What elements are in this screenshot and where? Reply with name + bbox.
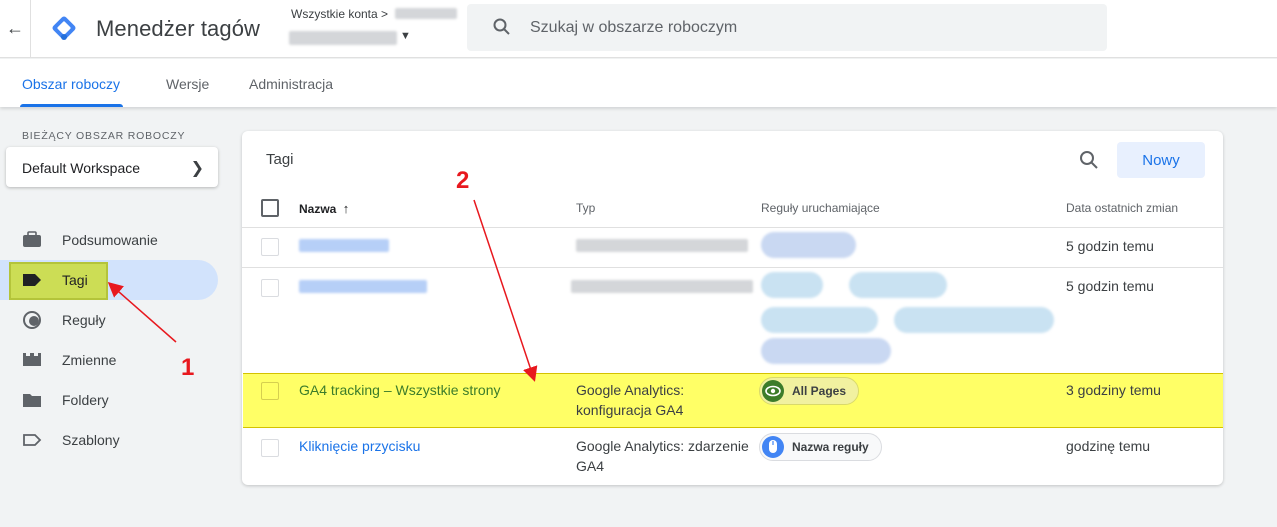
workspace-section-label: BIEŻĄCY OBSZAR ROBOCZY: [22, 130, 186, 142]
tag-icon: [23, 274, 41, 286]
tag-manager-logo-icon: [52, 16, 76, 40]
workspace-name: Default Workspace: [22, 160, 141, 176]
divider: [242, 267, 1223, 268]
sidebar-item-overview[interactable]: Podsumowanie: [0, 220, 218, 260]
dropdown-caret-icon[interactable]: ▼: [400, 30, 411, 42]
trigger-chip[interactable]: Nazwa reguły: [759, 433, 882, 461]
trigger-chip[interactable]: All Pages: [759, 377, 860, 405]
tabs-bar: Obszar roboczy Wersje Administracja: [0, 59, 1277, 107]
column-header-label: Nazwa: [299, 202, 337, 216]
account-name-redacted: [395, 8, 457, 19]
panel-title: Tagi: [266, 151, 294, 168]
sidebar-item-tags-content[interactable]: Tagi: [0, 260, 218, 300]
sidebar-item-label: Reguły: [62, 312, 106, 328]
annotation-number-1: 1: [181, 354, 195, 381]
active-tab-indicator: [20, 104, 123, 107]
tag-type-redacted: [576, 239, 748, 252]
sidebar-item-label: Szablony: [62, 432, 120, 448]
search-icon[interactable]: [1078, 149, 1100, 171]
trigger-chip-label: All Pages: [792, 384, 847, 398]
chevron-right-icon: ❯: [190, 160, 204, 177]
trigger-chip-redacted[interactable]: [894, 307, 1054, 333]
app-title: Menedżer tagów: [96, 16, 261, 41]
trigger-chip-label: Nazwa reguły: [792, 440, 869, 454]
tags-panel: Tagi Nowy Nazwa ↑ Typ Reguły uruchamiają…: [242, 131, 1223, 485]
trigger-chip-redacted[interactable]: [761, 307, 878, 333]
tag-type-line1: Google Analytics:: [576, 382, 685, 398]
top-bar: ← Menedżer tagów Wszystkie konta > ▼: [0, 0, 1277, 58]
row-checkbox[interactable]: [261, 238, 279, 256]
row-checkbox[interactable]: [261, 439, 279, 457]
row-modified: godzinę temu: [1066, 438, 1151, 454]
sort-arrow-up-icon: ↑: [342, 201, 350, 216]
sidebar-item-label: Foldery: [62, 392, 109, 408]
tag-type-line1: Google Analytics: zdarzenie: [576, 438, 749, 454]
row-modified: 5 godzin temu: [1066, 238, 1154, 254]
sidebar-item-templates[interactable]: Szablony: [0, 420, 218, 460]
column-header-type[interactable]: Typ: [576, 201, 595, 215]
mouse-click-icon: [762, 436, 784, 458]
trigger-chip-redacted[interactable]: [761, 232, 856, 258]
workspace-search[interactable]: [467, 4, 1107, 51]
divider: [30, 0, 31, 58]
column-header-triggers[interactable]: Reguły uruchamiające: [761, 201, 880, 215]
search-input[interactable]: [530, 14, 1070, 41]
annotation-number-2: 2: [456, 167, 470, 194]
new-tag-button[interactable]: Nowy: [1117, 142, 1205, 178]
tab-workspace[interactable]: Obszar roboczy: [22, 76, 120, 92]
sidebar-item-label: Zmienne: [62, 352, 117, 368]
divider: [242, 227, 1223, 228]
sidebar-item-folders[interactable]: Foldery: [0, 380, 218, 420]
tag-name-link[interactable]: Kliknięcie przycisku: [299, 436, 420, 456]
row-checkbox[interactable]: [261, 279, 279, 297]
tag-name-redacted[interactable]: [299, 239, 389, 252]
row-modified: 3 godziny temu: [1066, 382, 1161, 398]
row-checkbox[interactable]: [261, 382, 279, 400]
account-breadcrumb[interactable]: Wszystkie konta >: [291, 7, 388, 21]
sidebar-item-label: Tagi: [62, 272, 88, 288]
eye-icon: [762, 380, 784, 402]
container-name-redacted[interactable]: [289, 31, 397, 45]
trigger-chip-redacted[interactable]: [849, 272, 947, 298]
tab-admin[interactable]: Administracja: [249, 76, 333, 92]
tab-versions[interactable]: Wersje: [166, 76, 209, 92]
template-icon: [23, 434, 42, 446]
variables-icon: [23, 353, 41, 366]
tag-name-link[interactable]: GA4 tracking – Wszystkie strony: [299, 380, 501, 400]
select-all-checkbox[interactable]: [261, 199, 279, 217]
tag-name-redacted[interactable]: [299, 280, 427, 293]
tag-type-line2: konfiguracja GA4: [576, 402, 684, 418]
column-header-modified[interactable]: Data ostatnich zmian: [1066, 201, 1178, 215]
sidebar-item-triggers[interactable]: Reguły: [0, 300, 218, 340]
trigger-chip-redacted[interactable]: [761, 338, 891, 364]
tag-type-line2: GA4: [576, 458, 605, 474]
tag-type-redacted: [571, 280, 753, 293]
trigger-icon: [23, 311, 41, 329]
search-icon: [493, 18, 510, 35]
folder-icon: [23, 394, 41, 407]
briefcase-icon: [23, 231, 41, 247]
row-modified: 5 godzin temu: [1066, 278, 1154, 294]
column-header-name[interactable]: Nazwa ↑: [299, 201, 349, 216]
sidebar-item-label: Podsumowanie: [62, 232, 158, 248]
arrow-back-icon[interactable]: ←: [6, 18, 24, 38]
trigger-chip-redacted[interactable]: [761, 272, 823, 298]
workspace-selector[interactable]: Default Workspace ❯: [6, 147, 218, 187]
